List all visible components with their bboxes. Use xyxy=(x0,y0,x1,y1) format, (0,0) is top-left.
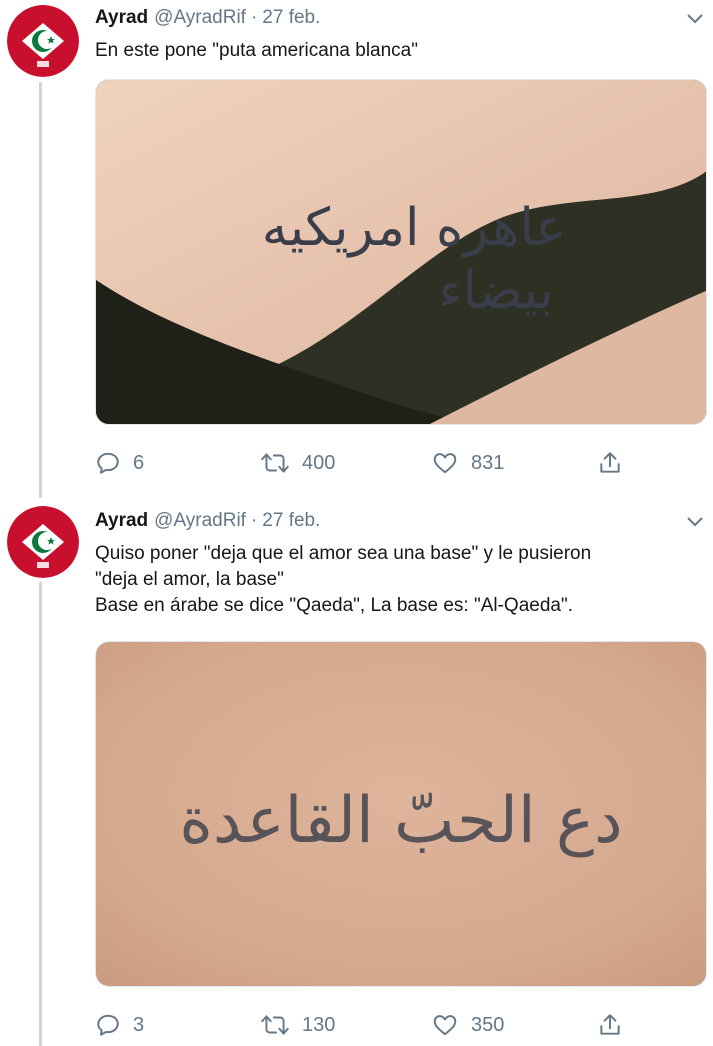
retweet-button[interactable]: 400 xyxy=(260,448,335,478)
author-handle[interactable]: @AyradRif xyxy=(154,7,246,29)
retweet-count: 130 xyxy=(302,1013,336,1036)
tattoo-photo: عاهره امريكيه بيضاء xyxy=(96,80,706,424)
tweet-image[interactable]: عاهره امريكيه بيضاء xyxy=(95,79,707,425)
tweet[interactable]: Ayrad @AyradRif · 27 feb. En este pone "… xyxy=(0,0,713,498)
tweet-menu-button[interactable] xyxy=(684,510,706,532)
tattoo-text: دع الحبّ القاعدة xyxy=(179,784,622,858)
avatar[interactable] xyxy=(7,5,79,77)
chevron-down-icon xyxy=(687,14,703,24)
tweet-text-line: Quiso poner "deja que el amor sea una ba… xyxy=(95,543,592,564)
tweet[interactable]: Ayrad @AyradRif · 27 feb. Quiso poner "d… xyxy=(0,498,713,1046)
thread-connector-line xyxy=(39,582,42,1046)
like-count: 350 xyxy=(471,1013,505,1036)
retweet-icon xyxy=(261,453,289,473)
heart-icon xyxy=(433,1015,457,1036)
tweet-image[interactable]: دع الحبّ القاعدة xyxy=(95,641,707,987)
avatar[interactable] xyxy=(7,506,79,578)
chevron-down-icon xyxy=(687,517,703,527)
separator-dot: · xyxy=(250,7,258,28)
author-handle[interactable]: @AyradRif xyxy=(154,510,246,532)
share-button[interactable] xyxy=(597,1010,635,1040)
tweet-text: Quiso poner "deja que el amor sea una ba… xyxy=(95,541,695,619)
share-icon xyxy=(600,452,620,473)
reply-icon xyxy=(97,1014,119,1036)
tweet-text-line: "deja el amor, la base" xyxy=(95,569,284,590)
author-name[interactable]: Ayrad xyxy=(95,510,148,532)
tweet-date[interactable]: 27 feb. xyxy=(262,7,320,29)
tattoo-text-line-2: بيضاء xyxy=(438,261,554,321)
reply-icon xyxy=(97,452,119,474)
tweet-header: Ayrad @AyradRif · 27 feb. xyxy=(95,507,320,535)
reply-button[interactable]: 3 xyxy=(95,1010,144,1040)
share-icon xyxy=(600,1014,620,1035)
retweet-count: 400 xyxy=(302,451,336,474)
retweet-button[interactable]: 130 xyxy=(260,1010,335,1040)
tweet-text-line: Base en árabe se dice "Qaeda", La base e… xyxy=(95,595,573,616)
tweet-date[interactable]: 27 feb. xyxy=(262,510,320,532)
thread-connector-line xyxy=(39,82,42,498)
tweet-actions: 3 130 350 xyxy=(95,1010,707,1040)
retweet-icon xyxy=(261,1015,289,1035)
reply-count: 6 xyxy=(133,451,145,474)
separator-dot: · xyxy=(250,510,258,531)
reply-button[interactable]: 6 xyxy=(95,448,144,478)
tweet-actions: 6 400 831 xyxy=(95,448,707,478)
rif-flag-icon xyxy=(7,5,79,77)
like-button[interactable]: 350 xyxy=(431,1010,504,1040)
like-count: 831 xyxy=(471,451,505,474)
tweet-menu-button[interactable] xyxy=(684,7,706,29)
author-name[interactable]: Ayrad xyxy=(95,7,148,29)
tweet-text: En este pone "puta americana blanca" xyxy=(95,38,695,64)
heart-icon xyxy=(433,453,457,474)
tweet-text-line: En este pone "puta americana blanca" xyxy=(95,40,418,61)
tattoo-photo: دع الحبّ القاعدة xyxy=(96,642,706,986)
rif-flag-icon xyxy=(7,506,79,578)
tattoo-text-line-1: عاهره امريكيه xyxy=(262,198,567,258)
tweet-header: Ayrad @AyradRif · 27 feb. xyxy=(95,4,320,32)
share-button[interactable] xyxy=(597,448,635,478)
reply-count: 3 xyxy=(133,1013,145,1036)
like-button[interactable]: 831 xyxy=(431,448,504,478)
